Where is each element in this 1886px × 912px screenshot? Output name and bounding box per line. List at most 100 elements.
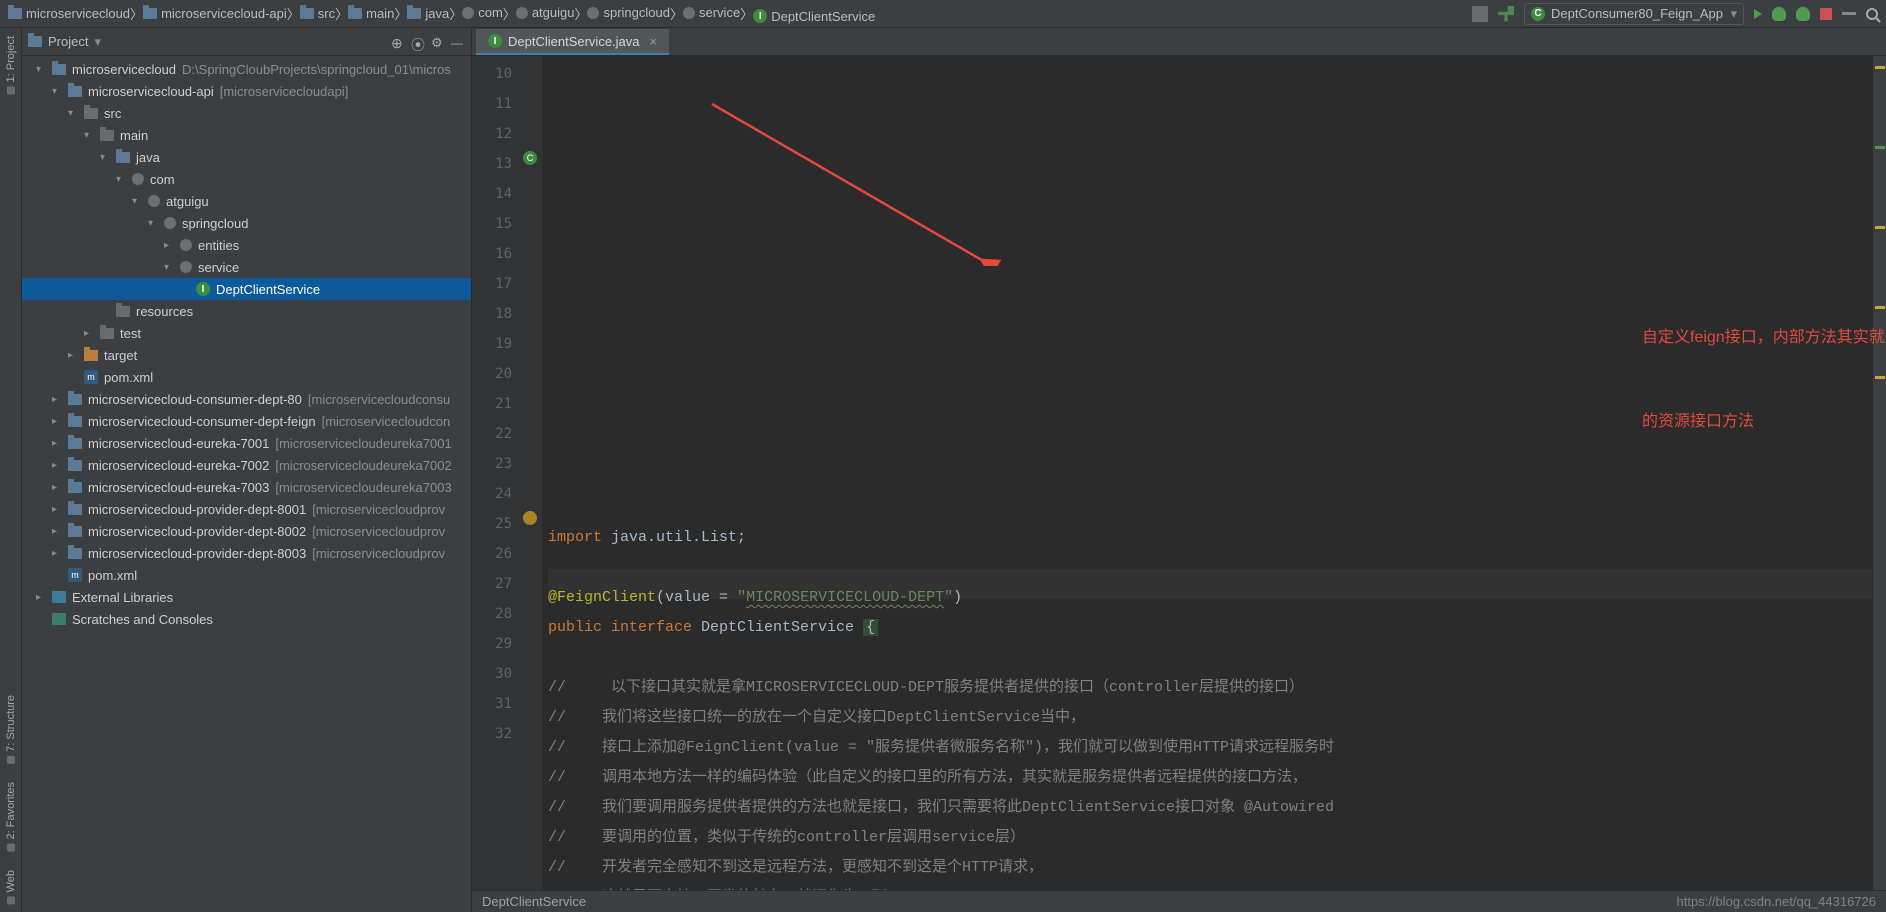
expand-icon[interactable] <box>391 35 405 49</box>
breadcrumb[interactable]: microservicecloud〉microservicecloud-api〉… <box>8 4 875 24</box>
close-icon[interactable]: × <box>650 34 658 49</box>
m-icon: m <box>68 568 82 582</box>
minimize-icon[interactable] <box>451 35 465 49</box>
breadcrumb-item[interactable]: main <box>348 6 394 21</box>
folder-icon <box>100 328 114 339</box>
pkg-icon <box>180 239 192 251</box>
tree-row[interactable]: ▾com <box>22 168 471 190</box>
tree-row[interactable]: ▸microservicecloud-eureka-7001 [microser… <box>22 432 471 454</box>
breadcrumb-item[interactable]: java <box>407 6 449 21</box>
pkg-icon <box>180 261 192 273</box>
main-split: 1: Project 7: Structure 2: Favorites Web… <box>0 28 1886 912</box>
caret-icon[interactable]: ▾ <box>116 174 126 185</box>
left-tab-project[interactable]: 1: Project <box>5 36 17 94</box>
navigate-icon[interactable] <box>1472 6 1488 22</box>
breadcrumb-item[interactable]: microservicecloud <box>8 6 130 21</box>
caret-icon[interactable]: ▸ <box>52 416 62 427</box>
chevron-down-icon[interactable]: ▾ <box>94 34 101 50</box>
caret-icon[interactable]: ▾ <box>100 152 110 163</box>
caret-icon[interactable]: ▸ <box>164 240 174 251</box>
folder-blue-icon <box>68 460 82 471</box>
tree-row[interactable]: ▾microservicecloud-api [microserviceclou… <box>22 80 471 102</box>
breadcrumb-item[interactable]: com <box>462 5 503 20</box>
caret-icon[interactable]: ▸ <box>68 350 78 361</box>
caret-icon[interactable]: ▾ <box>36 64 46 75</box>
caret-icon[interactable]: ▸ <box>52 460 62 471</box>
tree-row[interactable]: IDeptClientService <box>22 278 471 300</box>
caret-icon[interactable]: ▸ <box>84 328 94 339</box>
tree-row[interactable]: ▾java <box>22 146 471 168</box>
project-icon <box>28 36 42 47</box>
breadcrumb-item[interactable]: springcloud <box>587 5 670 20</box>
tree-row[interactable]: resources <box>22 300 471 322</box>
code-area[interactable]: 自定义feign接口，内部方法其实就是微服务提供者对外暴露 的资源接口方法 im… <box>542 56 1872 890</box>
caret-icon[interactable]: ▾ <box>52 86 62 97</box>
tree-row[interactable]: ▾src <box>22 102 471 124</box>
tree-row[interactable]: mpom.xml <box>22 564 471 586</box>
tree-row[interactable]: ▸microservicecloud-eureka-7003 [microser… <box>22 476 471 498</box>
left-tab-web[interactable]: Web <box>5 870 17 904</box>
caret-icon[interactable]: ▾ <box>84 130 94 141</box>
left-gutter: 1: Project 7: Structure 2: Favorites Web <box>0 28 22 912</box>
tree-row[interactable]: ▸microservicecloud-provider-dept-8001 [m… <box>22 498 471 520</box>
chevron-down-icon: ▾ <box>1730 6 1737 22</box>
debug-icon[interactable] <box>1772 7 1786 21</box>
tree-row[interactable]: ▸microservicecloud-provider-dept-8002 [m… <box>22 520 471 542</box>
status-left: DeptClientService <box>482 894 586 909</box>
tab-filename: DeptClientService.java <box>508 34 640 49</box>
left-tab-structure[interactable]: 7: Structure <box>5 695 17 764</box>
caret-icon[interactable]: ▸ <box>52 548 62 559</box>
line-numbers: 10 11 12 13 14 15 16 17 18 19 20 21 22 2… <box>472 56 520 890</box>
caret-icon[interactable]: ▸ <box>36 592 46 603</box>
tree-row[interactable]: ▸External Libraries <box>22 586 471 608</box>
tree-row[interactable]: Scratches and Consoles <box>22 608 471 630</box>
breadcrumb-item[interactable]: atguigu <box>516 5 575 20</box>
pkg-icon <box>132 173 144 185</box>
caret-icon[interactable]: ▾ <box>68 108 78 119</box>
folder-blue-icon <box>68 86 82 97</box>
folder-blue-icon <box>68 526 82 537</box>
caret-icon[interactable]: ▾ <box>148 218 158 229</box>
caret-icon[interactable]: ▾ <box>164 262 174 273</box>
breadcrumb-item[interactable]: IDeptClientService <box>753 9 875 24</box>
tree-row[interactable]: ▸target <box>22 344 471 366</box>
left-tab-favorites[interactable]: 2: Favorites <box>5 782 17 851</box>
caret-icon[interactable]: ▸ <box>52 438 62 449</box>
caret-icon[interactable]: ▸ <box>52 482 62 493</box>
caret-icon[interactable]: ▸ <box>52 504 62 515</box>
tree-row[interactable]: ▸microservicecloud-consumer-dept-feign [… <box>22 410 471 432</box>
tree-row[interactable]: ▸microservicecloud-eureka-7002 [microser… <box>22 454 471 476</box>
tree-row[interactable]: ▸entities <box>22 234 471 256</box>
breadcrumb-item[interactable]: src <box>300 6 335 21</box>
locate-icon[interactable] <box>411 35 425 49</box>
class-gutter-icon[interactable]: C <box>523 151 537 165</box>
caret-icon[interactable]: ▸ <box>52 394 62 405</box>
caret-icon[interactable]: ▾ <box>132 196 142 207</box>
build-icon[interactable] <box>1498 6 1514 22</box>
coverage-icon[interactable] <box>1796 7 1810 21</box>
run-icon[interactable] <box>1754 9 1762 19</box>
gear-icon[interactable] <box>431 35 445 49</box>
code-editor[interactable]: 10 11 12 13 14 15 16 17 18 19 20 21 22 2… <box>472 56 1886 890</box>
tree-row[interactable]: mpom.xml <box>22 366 471 388</box>
tree-row[interactable]: ▾atguigu <box>22 190 471 212</box>
folder-blue-icon <box>68 504 82 515</box>
run-config-select[interactable]: C DeptConsumer80_Feign_App ▾ <box>1524 3 1744 25</box>
breadcrumb-item[interactable]: microservicecloud-api <box>143 6 287 21</box>
project-tree[interactable]: ▾microservicecloud D:\SpringCloubProject… <box>22 56 471 912</box>
toolbar-right: C DeptConsumer80_Feign_App ▾ <box>1472 3 1878 25</box>
tree-row[interactable]: ▸microservicecloud-provider-dept-8003 [m… <box>22 542 471 564</box>
tree-row[interactable]: ▾service <box>22 256 471 278</box>
editor-tab[interactable]: I DeptClientService.java × <box>476 29 669 55</box>
tree-row[interactable]: ▾main <box>22 124 471 146</box>
bulb-icon[interactable] <box>523 511 537 525</box>
tree-row[interactable]: ▾microservicecloud D:\SpringCloubProject… <box>22 58 471 80</box>
caret-icon[interactable]: ▸ <box>52 526 62 537</box>
tree-row[interactable]: ▸test <box>22 322 471 344</box>
search-icon[interactable] <box>1866 8 1878 20</box>
tree-row[interactable]: ▾springcloud <box>22 212 471 234</box>
folder-blue-icon <box>300 8 314 19</box>
stop-icon[interactable] <box>1820 8 1832 20</box>
tree-row[interactable]: ▸microservicecloud-consumer-dept-80 [mic… <box>22 388 471 410</box>
breadcrumb-item[interactable]: service <box>683 5 740 20</box>
